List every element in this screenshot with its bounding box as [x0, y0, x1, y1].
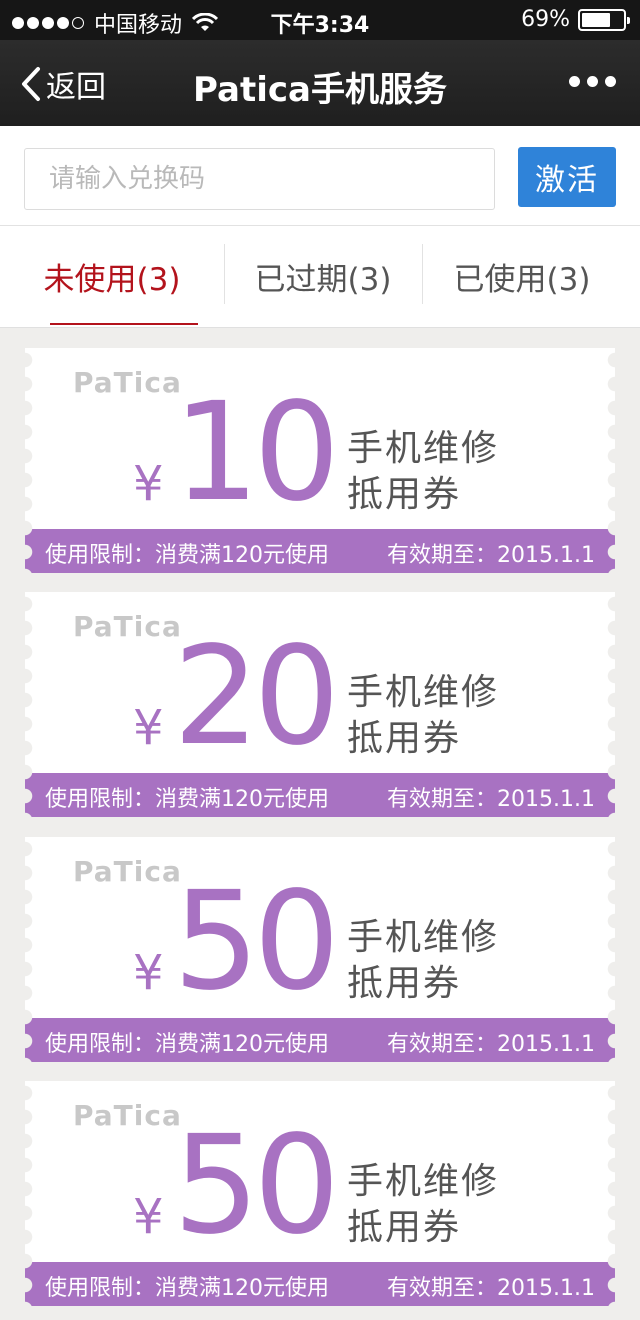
expiry-date: 有效期至：2015.1.1: [387, 787, 595, 812]
coupon-desc-line1: 手机维修: [347, 672, 500, 713]
coupon-tabs: 未使用(3) 已过期(3) 已使用(3): [0, 226, 640, 328]
battery-icon: [578, 8, 630, 31]
brand-logo: PaTica: [73, 610, 182, 643]
brand-logo: PaTica: [73, 855, 182, 888]
redeem-section: 激活: [0, 126, 640, 226]
status-bar: 中国移动 下午3:34 69%: [0, 0, 640, 40]
coupon-amount: 50: [173, 863, 340, 1021]
coupon-card[interactable]: PaTica ¥ 50 手机维修 抵用券 使用限制：消费满120元使用 有效期至…: [25, 1081, 615, 1306]
coupon-desc-line1: 手机维修: [347, 428, 500, 469]
coupon-description: 手机维修 抵用券: [347, 915, 527, 1007]
currency-symbol: ¥: [133, 945, 164, 1001]
brand-logo: PaTica: [73, 366, 182, 399]
coupon-footer: 使用限制：消费满120元使用 有效期至：2015.1.1: [25, 1262, 615, 1306]
coupon-desc-line1: 手机维修: [347, 1161, 500, 1202]
more-dots-icon: [569, 76, 580, 87]
coupon-footer: 使用限制：消费满120元使用 有效期至：2015.1.1: [25, 773, 615, 817]
tab-used[interactable]: 已使用(3): [422, 226, 622, 327]
coupon-desc-line2: 抵用券: [347, 1207, 462, 1248]
nav-bar: 返回 Patica手机服务: [0, 40, 640, 126]
page-title: Patica手机服务: [193, 70, 447, 110]
activate-button[interactable]: 激活: [518, 147, 616, 207]
more-menu-button[interactable]: [569, 76, 616, 87]
coupon-footer: 使用限制：消费满120元使用 有效期至：2015.1.1: [25, 529, 615, 573]
coupon-amount: 20: [173, 618, 340, 776]
coupon-card[interactable]: PaTica ¥ 20 手机维修 抵用券 使用限制：消费满120元使用 有效期至…: [25, 592, 615, 817]
coupon-desc-line2: 抵用券: [347, 963, 462, 1004]
coupon-card[interactable]: PaTica ¥ 10 手机维修 抵用券 使用限制：消费满120元使用 有效期至…: [25, 348, 615, 573]
currency-symbol: ¥: [133, 700, 164, 756]
currency-symbol: ¥: [133, 1189, 164, 1245]
coupon-desc-line1: 手机维修: [347, 917, 500, 958]
coupon-amount: 10: [173, 374, 340, 532]
brand-logo: PaTica: [73, 1099, 182, 1132]
battery-percent: 69%: [521, 7, 570, 32]
usage-limit: 使用限制：消费满120元使用: [45, 1032, 329, 1057]
usage-limit: 使用限制：消费满120元使用: [45, 787, 329, 812]
usage-limit: 使用限制：消费满120元使用: [45, 543, 329, 568]
coupon-desc-line2: 抵用券: [347, 474, 462, 515]
tab-expired[interactable]: 已过期(3): [224, 226, 422, 327]
coupon-card[interactable]: PaTica ¥ 50 手机维修 抵用券 使用限制：消费满120元使用 有效期至…: [25, 837, 615, 1062]
usage-limit: 使用限制：消费满120元使用: [45, 1276, 329, 1301]
expiry-date: 有效期至：2015.1.1: [387, 1276, 595, 1301]
coupon-amount: 50: [173, 1107, 340, 1265]
tab-unused[interactable]: 未使用(3): [0, 226, 224, 327]
coupon-description: 手机维修 抵用券: [347, 1159, 527, 1251]
coupon-desc-line2: 抵用券: [347, 718, 462, 759]
coupon-description: 手机维修 抵用券: [347, 426, 527, 518]
expiry-date: 有效期至：2015.1.1: [387, 543, 595, 568]
expiry-date: 有效期至：2015.1.1: [387, 1032, 595, 1057]
coupon-footer: 使用限制：消费满120元使用 有效期至：2015.1.1: [25, 1018, 615, 1062]
coupon-description: 手机维修 抵用券: [347, 670, 527, 762]
redeem-code-input[interactable]: [24, 148, 495, 210]
currency-symbol: ¥: [133, 456, 164, 512]
